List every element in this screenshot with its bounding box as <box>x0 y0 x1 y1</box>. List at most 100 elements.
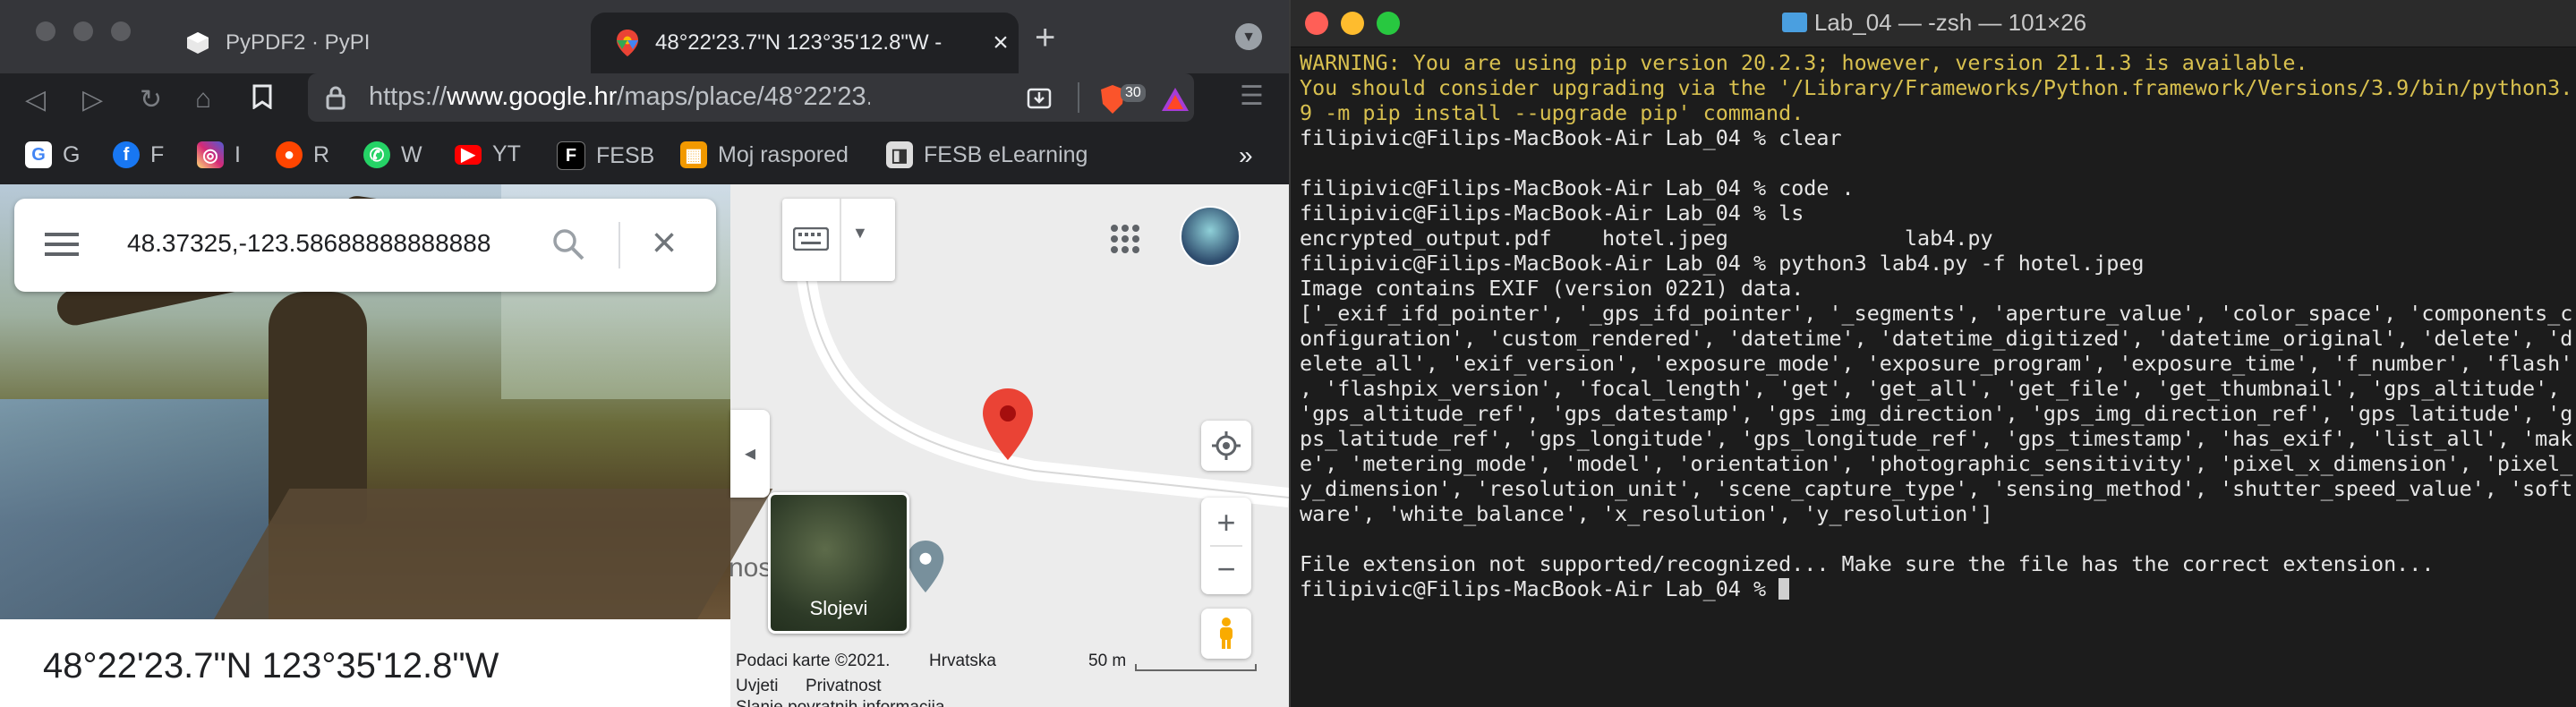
layers-label: Slojevi <box>809 597 868 619</box>
terminal-output[interactable]: WARNING: You are using pip version 20.2.… <box>1300 50 2573 601</box>
zoom-out-button[interactable]: − <box>1216 547 1235 592</box>
tab-title: 48°22'23.7"N 123°35'12.8"W - <box>655 30 943 55</box>
lock-icon <box>326 85 345 115</box>
maps-search-box: 48.37325,-123.58688888888888 × <box>14 199 716 292</box>
brave-rewards-icon[interactable] <box>1160 86 1190 117</box>
terminal-cursor <box>1778 578 1790 600</box>
window-close-button[interactable] <box>36 21 55 41</box>
terminal-line: onfiguration', 'custom_rendered', 'datet… <box>1300 326 2573 351</box>
terminal-line: ware', 'white_balance', 'x_resolution', … <box>1300 501 1993 526</box>
location-pin-icon[interactable] <box>983 388 1033 460</box>
bookmark-icon[interactable] <box>252 84 272 116</box>
terminal-line: y_dimension', 'resolution_unit', 'scene_… <box>1300 476 2573 501</box>
terminal-line: ps_latitude_ref', 'gps_longitude', 'gps_… <box>1300 426 2573 451</box>
terminal-line: filipivic@Filips-MacBook-Air Lab_04 % ls <box>1300 200 1804 226</box>
map-data-attribution: Podaci karte ©2021. <box>736 652 891 670</box>
scale-bar <box>1135 664 1257 671</box>
search-input[interactable]: 48.37325,-123.58688888888888 <box>127 229 530 258</box>
terms-link[interactable]: Uvjeti <box>736 677 779 696</box>
layers-toggle[interactable]: Slojevi <box>768 492 909 634</box>
tab-title: PyPDF2 · PyPI <box>226 30 371 55</box>
brave-badge: 30 <box>1121 84 1146 102</box>
terminal-window: Lab_04 — -zsh — 101×26 WARNING: You are … <box>1289 0 2576 707</box>
reddit-icon: ● <box>276 141 303 168</box>
zoom-in-button[interactable]: + <box>1216 500 1235 545</box>
bookmark-whatsapp[interactable]: ✆ W <box>363 141 422 168</box>
bookmark-fesb[interactable]: F FESB <box>557 141 654 170</box>
map-label: nos <box>730 553 772 583</box>
photo-path <box>211 489 773 623</box>
browser-window: PyPDF2 · PyPI 48°22'23.7"N 123°35'12.8"W… <box>0 0 1289 707</box>
terminal-line: elete_all', 'exif_version', 'exposure_mo… <box>1300 351 2573 376</box>
bookmark-instagram[interactable]: ◎ I <box>197 141 241 168</box>
bookmark-reddit[interactable]: ● R <box>276 141 329 168</box>
terminal-line: WARNING: You are using pip version 20.2.… <box>1300 50 2308 75</box>
place-marker-icon[interactable] <box>906 541 945 592</box>
bookmark-fesb-elearning[interactable]: ◨ FESB eLearning <box>886 141 1088 168</box>
terminal-line: encrypted_output.pdf hotel.jpeg lab4.py <box>1300 226 1993 251</box>
reload-icon[interactable]: ↻ <box>140 84 162 115</box>
map-footer: Podaci karte ©2021. Hrvatska 50 m Uvjeti… <box>730 643 1289 707</box>
privacy-link[interactable]: Privatnost <box>806 677 881 696</box>
window-zoom-button[interactable] <box>111 21 131 41</box>
avatar[interactable] <box>1180 206 1241 267</box>
divider <box>840 199 841 281</box>
apps-grid-icon[interactable] <box>1110 224 1140 259</box>
folder-icon <box>1781 13 1807 32</box>
forward-icon[interactable]: ▷ <box>82 84 103 115</box>
terminal-line: Image contains EXIF (version 0221) data. <box>1300 276 1804 301</box>
terminal-titlebar: Lab_04 — -zsh — 101×26 <box>1291 0 2576 47</box>
google-maps-icon <box>614 30 641 56</box>
url-text: https://www.google.hr/maps/place/48°22'2… <box>369 82 870 111</box>
chevron-down-icon[interactable]: ▼ <box>852 224 868 243</box>
new-tab-button[interactable]: + <box>1035 20 1055 55</box>
address-bar[interactable]: https://www.google.hr/maps/place/48°22'2… <box>308 73 1194 122</box>
close-icon[interactable]: × <box>983 28 1019 58</box>
terminal-title: Lab_04 — -zsh — 101×26 <box>1291 9 2576 37</box>
whatsapp-icon: ✆ <box>363 141 390 168</box>
feedback-link[interactable]: Slanje povratnih informacija <box>736 698 944 707</box>
bookmarks-bar: G G f F ◎ I ● R ✆ W ▶ YT F FESB ▦ Moj ra <box>0 129 1289 184</box>
terminal-line: , 'flashpix_version', 'focal_length', 'g… <box>1300 376 2561 401</box>
bookmark-moj-raspored[interactable]: ▦ Moj raspored <box>680 141 849 168</box>
collapse-panel-button[interactable]: ◂ <box>730 410 770 498</box>
scale-label[interactable]: 50 m <box>1088 652 1126 671</box>
bookmark-google[interactable]: G G <box>25 141 80 168</box>
bookmark-youtube[interactable]: ▶ YT <box>455 141 521 167</box>
youtube-icon: ▶ <box>455 144 482 165</box>
close-icon[interactable]: × <box>652 218 677 268</box>
back-icon[interactable]: ◁ <box>25 84 46 115</box>
search-icon[interactable] <box>551 227 585 266</box>
terminal-line: filipivic@Filips-MacBook-Air Lab_04 % cl… <box>1300 125 1842 150</box>
terminal-line: filipivic@Filips-MacBook-Air Lab_04 % py… <box>1300 251 2145 276</box>
menu-icon[interactable]: ☰ <box>1240 81 1264 112</box>
place-title: 48°22'23.7"N 123°35'12.8"W <box>43 646 499 686</box>
terminal-line: filipivic@Filips-MacBook-Air Lab_04 % co… <box>1300 175 1855 200</box>
tab-pypi[interactable]: PyPDF2 · PyPI <box>161 13 582 73</box>
elearning-icon: ◨ <box>886 141 913 168</box>
region-link[interactable]: Hrvatska <box>929 652 996 671</box>
divider <box>618 222 620 268</box>
home-icon[interactable]: ⌂ <box>195 84 211 115</box>
hamburger-menu-icon[interactable] <box>45 231 79 262</box>
maps-page: nos 48.37325,-123.58688888888888 × 48°22… <box>0 184 1289 707</box>
bookmarks-overflow-button[interactable]: » <box>1239 141 1253 170</box>
pypi-icon <box>184 30 211 56</box>
tab-google-maps[interactable]: 48°22'23.7"N 123°35'12.8"W - × <box>591 13 1019 73</box>
google-icon: G <box>25 141 52 168</box>
window-minimize-button[interactable] <box>73 21 93 41</box>
terminal-line: File extension not supported/recognized.… <box>1300 551 2435 576</box>
my-location-button[interactable] <box>1201 421 1251 471</box>
keyboard-icon[interactable] <box>792 226 830 255</box>
terminal-line: ['_exif_ifd_pointer', '_gps_ifd_pointer'… <box>1300 301 2573 326</box>
download-icon[interactable] <box>1026 84 1053 115</box>
fesb-icon: F <box>557 141 585 170</box>
bookmark-facebook[interactable]: f F <box>113 141 164 168</box>
chevron-down-icon[interactable]: ▼ <box>1235 23 1262 50</box>
photo-water <box>0 399 269 619</box>
instagram-icon: ◎ <box>197 141 224 168</box>
calendar-icon: ▦ <box>680 141 707 168</box>
input-tools-box: ▼ <box>782 199 895 281</box>
